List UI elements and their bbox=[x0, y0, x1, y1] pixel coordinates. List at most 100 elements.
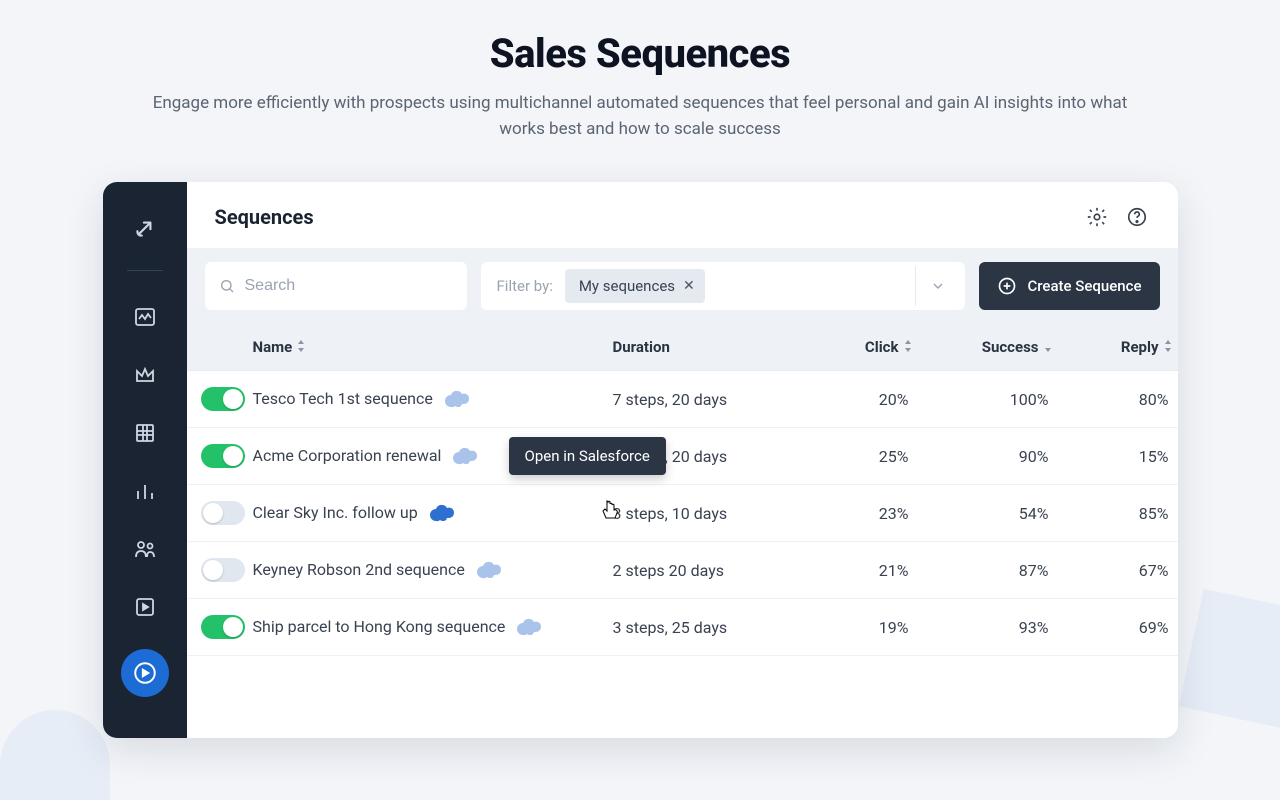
search-icon bbox=[219, 277, 235, 295]
filter-dropdown-toggle[interactable] bbox=[915, 266, 959, 306]
sidebar-item-bars[interactable] bbox=[123, 469, 167, 513]
sidebar-item-grid[interactable] bbox=[123, 411, 167, 455]
bar-chart-icon bbox=[133, 479, 157, 503]
reply-cell: 85% bbox=[1063, 504, 1178, 523]
plus-circle-icon bbox=[997, 276, 1017, 296]
grid-icon bbox=[133, 421, 157, 445]
success-cell: 54% bbox=[923, 504, 1063, 523]
active-toggle[interactable] bbox=[201, 501, 245, 525]
success-cell: 87% bbox=[923, 561, 1063, 580]
click-cell: 21% bbox=[803, 561, 923, 580]
column-success[interactable]: Success bbox=[923, 338, 1063, 356]
help-button[interactable] bbox=[1124, 204, 1150, 230]
table-body: Tesco Tech 1st sequence 7 steps, 20 days… bbox=[187, 371, 1178, 656]
table-row: Keyney Robson 2nd sequence 2 steps 20 da… bbox=[187, 542, 1178, 599]
title-actions bbox=[1084, 204, 1150, 230]
arrow-up-icon bbox=[132, 215, 158, 241]
name-cell: Clear Sky Inc. follow up bbox=[253, 502, 613, 524]
main-panel: Sequences bbox=[187, 182, 1178, 738]
page-title: Sales Sequences bbox=[120, 30, 1160, 77]
sort-icon bbox=[296, 340, 306, 355]
open-in-salesforce[interactable] bbox=[515, 617, 543, 637]
filter-chip[interactable]: My sequences ✕ bbox=[565, 269, 705, 303]
table-row: Tesco Tech 1st sequence 7 steps, 20 days… bbox=[187, 371, 1178, 428]
sidebar-item-users[interactable] bbox=[123, 527, 167, 571]
active-toggle[interactable] bbox=[201, 387, 245, 411]
name-cell: Ship parcel to Hong Kong sequence bbox=[253, 616, 613, 638]
open-in-salesforce[interactable] bbox=[451, 446, 479, 466]
column-click[interactable]: Click bbox=[803, 338, 923, 356]
salesforce-cloud-icon bbox=[515, 617, 543, 637]
settings-button[interactable] bbox=[1084, 204, 1110, 230]
reply-cell: 69% bbox=[1063, 618, 1178, 637]
bg-decoration bbox=[1179, 589, 1280, 731]
name-cell: Keyney Robson 2nd sequence bbox=[253, 559, 613, 581]
table-row: Ship parcel to Hong Kong sequence 3 step… bbox=[187, 599, 1178, 656]
salesforce-cloud-icon bbox=[475, 560, 503, 580]
chevron-down-icon bbox=[930, 278, 946, 294]
cursor-icon bbox=[599, 499, 621, 527]
sidebar-separator bbox=[127, 270, 163, 271]
filter-label: Filter by: bbox=[497, 277, 553, 295]
active-toggle[interactable] bbox=[201, 615, 245, 639]
duration-cell: 7 steps, 20 days bbox=[613, 390, 803, 409]
filter-box: Filter by: My sequences ✕ bbox=[481, 262, 966, 310]
gear-icon bbox=[1086, 206, 1108, 228]
success-cell: 100% bbox=[923, 390, 1063, 409]
toolbar: Filter by: My sequences ✕ Create Sequenc… bbox=[187, 248, 1178, 324]
open-in-salesforce[interactable] bbox=[443, 389, 471, 409]
duration-cell: 2 steps 20 days bbox=[613, 561, 803, 580]
bg-decoration bbox=[0, 710, 110, 800]
open-in-salesforce[interactable] bbox=[428, 503, 456, 523]
sort-icon bbox=[1043, 340, 1053, 355]
sidebar-item-crown[interactable] bbox=[123, 353, 167, 397]
sidebar-item-analytics[interactable] bbox=[123, 295, 167, 339]
click-cell: 20% bbox=[803, 390, 923, 409]
sidebar-item-play[interactable] bbox=[123, 585, 167, 629]
click-cell: 23% bbox=[803, 504, 923, 523]
filter-chip-label: My sequences bbox=[579, 277, 675, 295]
column-reply[interactable]: Reply bbox=[1063, 338, 1178, 356]
column-name[interactable]: Name bbox=[253, 338, 613, 356]
success-cell: 93% bbox=[923, 618, 1063, 637]
page-subtitle: Engage more efficiently with prospects u… bbox=[150, 91, 1130, 142]
open-in-salesforce[interactable] bbox=[475, 560, 503, 580]
help-icon bbox=[1126, 206, 1148, 228]
app-window: Sequences bbox=[103, 182, 1178, 738]
duration-cell: 3 steps, 25 days bbox=[613, 618, 803, 637]
sort-icon bbox=[1163, 340, 1173, 355]
people-icon bbox=[133, 537, 157, 561]
tooltip: Open in Salesforce bbox=[509, 437, 666, 475]
salesforce-cloud-icon bbox=[428, 503, 456, 523]
reply-cell: 15% bbox=[1063, 447, 1178, 466]
success-cell: 90% bbox=[923, 447, 1063, 466]
sidebar bbox=[103, 182, 187, 738]
sort-icon bbox=[903, 340, 913, 355]
play-square-icon bbox=[133, 595, 157, 619]
search-input[interactable] bbox=[245, 277, 453, 295]
column-duration[interactable]: Duration bbox=[613, 338, 803, 356]
reply-cell: 80% bbox=[1063, 390, 1178, 409]
sidebar-item-logo[interactable] bbox=[123, 206, 167, 250]
sidebar-fab-play[interactable] bbox=[121, 649, 169, 697]
table-row: Acme Corporation renewal 5 steps, 20 day… bbox=[187, 428, 1178, 485]
create-sequence-label: Create Sequence bbox=[1027, 277, 1141, 295]
crown-icon bbox=[133, 363, 157, 387]
salesforce-cloud-icon bbox=[443, 389, 471, 409]
search-box[interactable] bbox=[205, 262, 467, 310]
reply-cell: 67% bbox=[1063, 561, 1178, 580]
panel-title: Sequences bbox=[215, 205, 1084, 229]
active-toggle[interactable] bbox=[201, 444, 245, 468]
active-toggle[interactable] bbox=[201, 558, 245, 582]
table-row: Clear Sky Inc. follow up 3 steps, 10 day… bbox=[187, 485, 1178, 542]
table-header: Name Duration Click Success bbox=[187, 324, 1178, 371]
chart-wave-icon bbox=[133, 305, 157, 329]
duration-cell: 3 steps, 10 days bbox=[613, 504, 803, 523]
hero: Sales Sequences Engage more efficiently … bbox=[0, 0, 1280, 162]
create-sequence-button[interactable]: Create Sequence bbox=[979, 262, 1159, 310]
play-circle-icon bbox=[132, 660, 158, 686]
click-cell: 25% bbox=[803, 447, 923, 466]
name-cell: Tesco Tech 1st sequence bbox=[253, 388, 613, 410]
close-icon[interactable]: ✕ bbox=[683, 278, 695, 294]
titlebar: Sequences bbox=[187, 182, 1178, 248]
